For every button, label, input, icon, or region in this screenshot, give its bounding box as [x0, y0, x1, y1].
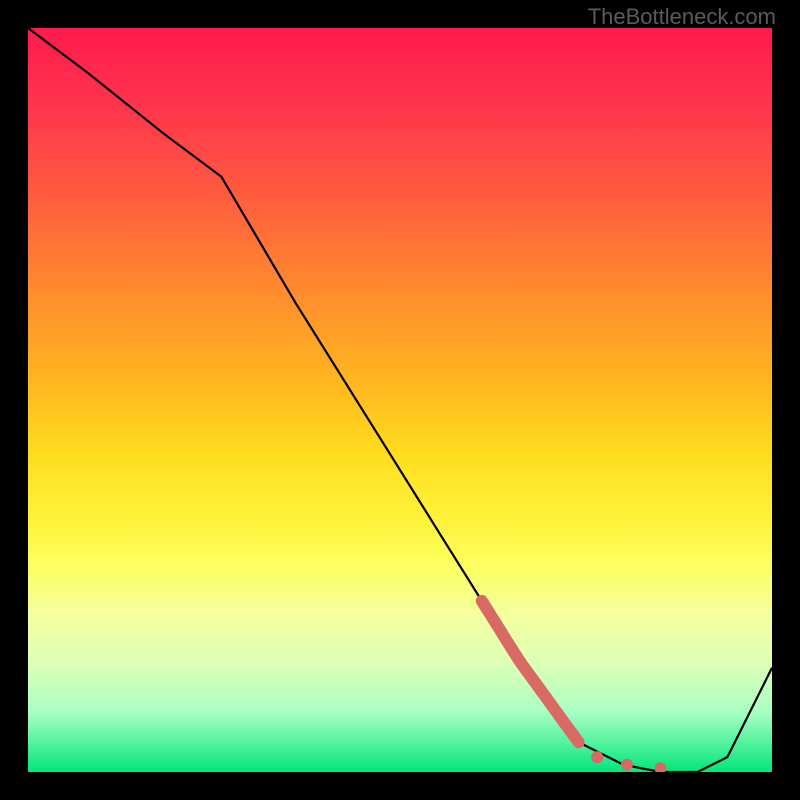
highlight-dot: [621, 759, 633, 771]
plot-area: [28, 28, 772, 772]
highlight-segment: [482, 601, 579, 742]
highlight-dot: [591, 751, 603, 763]
bottleneck-curve: [28, 28, 772, 772]
watermark-text: TheBottleneck.com: [588, 4, 776, 30]
highlight-dot: [654, 762, 666, 772]
chart-svg: [28, 28, 772, 772]
